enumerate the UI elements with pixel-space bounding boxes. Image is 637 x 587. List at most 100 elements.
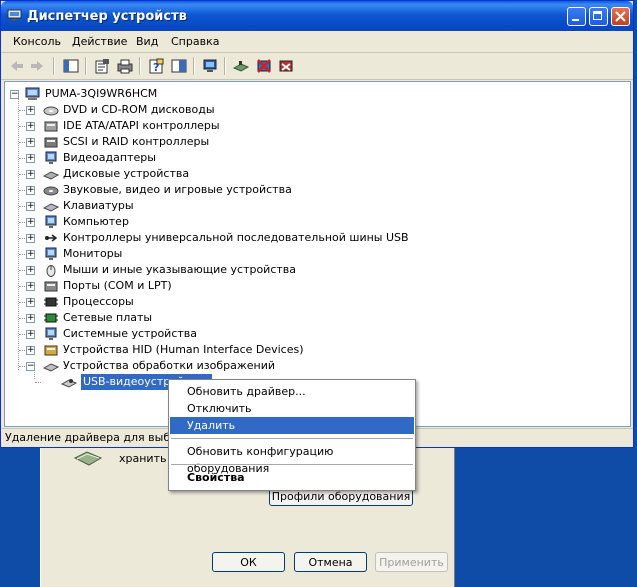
expand-icon[interactable]: +	[26, 282, 35, 291]
menu-separator	[171, 464, 413, 465]
display-adapter-icon	[45, 151, 57, 164]
tree-category[interactable]: + Системные устройства	[5, 326, 505, 342]
toolbar: ?	[1, 53, 633, 80]
back-icon[interactable]	[9, 58, 25, 74]
tree-category[interactable]: + Видеоадаптеры	[5, 150, 505, 166]
expand-icon[interactable]: +	[26, 202, 35, 211]
tree-category-label: Видеоадаптеры	[63, 151, 156, 164]
sound-device-icon	[43, 186, 59, 196]
tree-category[interactable]: + Звуковые, видео и игровые устройства	[5, 182, 505, 198]
computer-icon	[45, 215, 57, 228]
cancel-button[interactable]: Отмена	[294, 552, 367, 572]
tree-category-label: IDE ATA/ATAPI контроллеры	[63, 119, 220, 132]
expand-icon[interactable]: +	[26, 138, 35, 147]
tree-category-label: Мониторы	[63, 247, 123, 260]
expand-icon[interactable]: +	[26, 234, 35, 243]
menu-update-driver[interactable]: Обновить драйвер...	[170, 383, 414, 400]
tree-category[interactable]: + Мыши и иные указывающие устройства	[5, 262, 505, 278]
menu-view[interactable]: Вид	[136, 35, 158, 48]
menu-action[interactable]: Действие	[72, 35, 127, 48]
collapse-icon[interactable]: −	[26, 362, 35, 371]
tree-category-label: Устройства обработки изображений	[63, 359, 276, 372]
tree-category[interactable]: − Устройства обработки изображений	[5, 358, 505, 374]
ide-controller-icon	[44, 121, 58, 132]
expand-icon[interactable]: +	[26, 106, 35, 115]
status-text: Удаление драйвера для выбран	[5, 431, 192, 444]
expand-icon[interactable]: +	[26, 330, 35, 339]
imaging-device-icon	[43, 363, 59, 372]
tree-category-label: Сетевые платы	[63, 311, 153, 324]
context-menu: Обновить драйвер... Отключить Удалить Об…	[168, 379, 416, 491]
ok-button[interactable]: ОК	[212, 552, 285, 572]
disable-icon[interactable]	[256, 58, 272, 74]
expand-icon[interactable]: +	[26, 346, 35, 355]
expand-icon[interactable]: +	[26, 122, 35, 131]
scan-hardware-icon[interactable]	[233, 58, 249, 74]
help-icon[interactable]: ?	[148, 58, 164, 74]
root-label: PUMA-3QI9WR6HCM	[45, 87, 158, 100]
expand-icon[interactable]: +	[26, 266, 35, 275]
expand-icon[interactable]: +	[26, 170, 35, 179]
maximize-button[interactable]	[589, 7, 608, 26]
computer-icon[interactable]	[202, 58, 218, 74]
expand-icon[interactable]: +	[26, 314, 35, 323]
forward-icon[interactable]	[29, 58, 45, 74]
maximize-icon	[593, 11, 602, 20]
title-bar[interactable]: Диспетчер устройств	[1, 1, 633, 31]
tree-category[interactable]: + Процессоры	[5, 294, 505, 310]
menu-help[interactable]: Справка	[171, 35, 219, 48]
tree-category[interactable]: + DVD и CD-ROM дисководы	[5, 102, 505, 118]
expand-icon[interactable]: +	[26, 186, 35, 195]
scsi-controller-icon	[44, 137, 58, 148]
properties-icon[interactable]	[94, 58, 110, 74]
menu-bar: Консоль Действие Вид Справка	[1, 31, 633, 53]
tree-category[interactable]: + Устройства HID (Human Interface Devices…	[5, 342, 505, 358]
tree-category-label: Звуковые, видео и игровые устройства	[63, 183, 292, 196]
apply-button[interactable]: Применить	[375, 552, 448, 572]
hid-device-icon	[44, 345, 58, 356]
monitor-icon	[45, 247, 57, 260]
disk-drive-icon	[43, 171, 59, 180]
tree-category[interactable]: + SCSI и RAID контроллеры	[5, 134, 505, 150]
tree-category[interactable]: + Контроллеры универсальной последователь…	[5, 230, 505, 246]
tree-category[interactable]: + IDE ATA/ATAPI контроллеры	[5, 118, 505, 134]
tree-category[interactable]: + Мониторы	[5, 246, 505, 262]
menu-disable[interactable]: Отключить	[170, 400, 414, 417]
system-device-icon	[45, 327, 57, 340]
usb-camera-icon	[61, 379, 77, 388]
tree-category[interactable]: + Дисковые устройства	[5, 166, 505, 182]
device-tree[interactable]: − PUMA-3QI9WR6HCM + DVD и CD-ROM дисковод…	[4, 81, 631, 427]
device-manager-icon	[7, 9, 22, 21]
mouse-icon	[46, 265, 56, 277]
minimize-button[interactable]	[567, 7, 586, 26]
tree-category[interactable]: + Компьютер	[5, 214, 505, 230]
expand-icon[interactable]: +	[26, 250, 35, 259]
minimize-icon	[572, 19, 579, 21]
menu-separator	[171, 438, 413, 439]
expand-icon[interactable]: +	[26, 218, 35, 227]
usb-controller-icon	[45, 234, 58, 242]
keyboard-icon	[43, 203, 59, 212]
close-button[interactable]	[611, 7, 630, 26]
menu-properties[interactable]: Свойства	[170, 469, 414, 486]
tree-category[interactable]: + Клавиатуры	[5, 198, 505, 214]
tree-category-label: Компьютер	[63, 215, 129, 228]
expand-icon[interactable]: +	[26, 298, 35, 307]
menu-uninstall[interactable]: Удалить	[170, 417, 414, 434]
menu-console[interactable]: Консоль	[13, 35, 61, 48]
menu-scan-hardware[interactable]: Обновить конфигурацию оборудования	[170, 443, 414, 475]
tree-root[interactable]: − PUMA-3QI9WR6HCM	[5, 86, 305, 102]
expand-icon[interactable]: +	[26, 154, 35, 163]
tree-category-label: Устройства HID (Human Interface Devices)	[63, 343, 304, 356]
view-icon[interactable]	[171, 58, 187, 74]
print-icon[interactable]	[117, 58, 133, 74]
port-icon	[44, 281, 58, 292]
uninstall-icon[interactable]	[278, 58, 294, 74]
close-icon	[615, 11, 626, 22]
tree-category-label: SCSI и RAID контроллеры	[63, 135, 210, 148]
network-adapter-icon	[44, 313, 58, 323]
tree-category[interactable]: + Сетевые платы	[5, 310, 505, 326]
show-hide-tree-icon[interactable]	[63, 58, 79, 74]
collapse-icon[interactable]: −	[10, 90, 19, 99]
tree-category[interactable]: + Порты (COM и LPT)	[5, 278, 505, 294]
